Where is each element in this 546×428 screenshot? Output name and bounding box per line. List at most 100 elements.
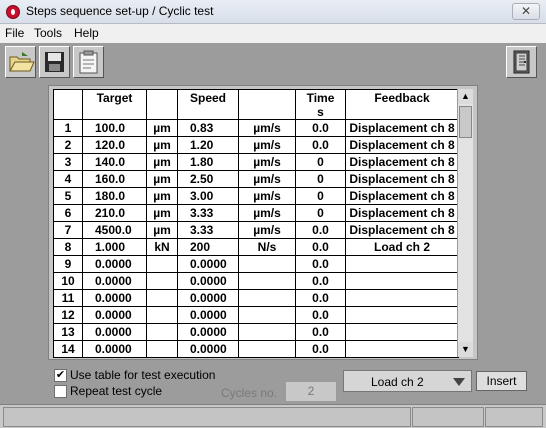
feedback-select[interactable]: Load ch 2 — [343, 370, 472, 392]
target-cell[interactable]: 120.0 — [82, 136, 147, 154]
target-unit-cell[interactable] — [146, 306, 178, 324]
time-cell[interactable]: 0 — [295, 204, 346, 222]
feedback-cell[interactable]: Load ch 2 — [345, 238, 459, 256]
speed-unit-cell[interactable]: N/s — [238, 238, 296, 256]
target-cell[interactable]: 180.0 — [82, 187, 147, 205]
copy-button[interactable] — [73, 46, 104, 78]
target-unit-cell[interactable]: µm — [146, 221, 178, 239]
time-cell[interactable]: 0.0 — [295, 221, 346, 239]
table-row[interactable]: 7 4500.0 µm 3.33 µm/s 0.0 Displacement ch 8 — [53, 221, 459, 239]
table-row[interactable]: 8 1.000 kN 200 N/s 0.0 Load ch 2 — [53, 238, 459, 256]
menu-help[interactable]: Help — [74, 26, 99, 40]
feedback-cell[interactable] — [345, 340, 459, 358]
use-table-checkbox[interactable]: ✔ — [54, 369, 67, 382]
speed-unit-cell[interactable] — [238, 340, 296, 358]
speed-cell[interactable]: 200 — [177, 238, 239, 256]
speed-cell[interactable]: 3.33 — [177, 221, 239, 239]
time-cell[interactable]: 0.0 — [295, 255, 346, 273]
feedback-cell[interactable]: Displacement ch 8 — [345, 153, 459, 171]
target-unit-cell[interactable]: µm — [146, 204, 178, 222]
feedback-cell[interactable]: Displacement ch 8 — [345, 187, 459, 205]
speed-unit-cell[interactable] — [238, 289, 296, 307]
speed-cell[interactable]: 0.0000 — [177, 272, 239, 290]
table-row[interactable]: 6 210.0 µm 3.33 µm/s 0 Displacement ch 8 — [53, 204, 459, 222]
table-row[interactable]: 10 0.0000 0.0000 0.0 — [53, 272, 459, 290]
table-row[interactable]: 4 160.0 µm 2.50 µm/s 0 Displacement ch 8 — [53, 170, 459, 188]
target-cell[interactable]: 4500.0 — [82, 221, 147, 239]
time-cell[interactable]: 0.0 — [295, 340, 346, 358]
scroll-down-arrow-icon[interactable]: ▼ — [458, 342, 473, 357]
speed-cell[interactable]: 0.0000 — [177, 340, 239, 358]
speed-cell[interactable]: 0.0000 — [177, 323, 239, 341]
time-cell[interactable]: 0.0 — [295, 289, 346, 307]
table-scrollbar[interactable]: ▲ ▼ — [457, 89, 473, 357]
menu-tools[interactable]: Tools — [34, 26, 62, 40]
cycles-input[interactable]: 2 — [285, 381, 337, 402]
speed-unit-cell[interactable]: µm/s — [238, 170, 296, 188]
speed-unit-cell[interactable] — [238, 272, 296, 290]
table-row[interactable]: 5 180.0 µm 3.00 µm/s 0 Displacement ch 8 — [53, 187, 459, 205]
target-cell[interactable]: 210.0 — [82, 204, 147, 222]
table-row[interactable]: 9 0.0000 0.0000 0.0 — [53, 255, 459, 273]
table-row[interactable]: 1 100.0 µm 0.83 µm/s 0.0 Displacement ch 8 — [53, 119, 459, 137]
target-cell[interactable]: 0.0000 — [82, 289, 147, 307]
time-cell[interactable]: 0 — [295, 153, 346, 171]
target-cell[interactable]: 0.0000 — [82, 272, 147, 290]
menu-file[interactable]: File — [5, 26, 24, 40]
time-cell[interactable]: 0.0 — [295, 119, 346, 137]
target-cell[interactable]: 0.0000 — [82, 255, 147, 273]
speed-cell[interactable]: 0.0000 — [177, 289, 239, 307]
target-unit-cell[interactable]: kN — [146, 238, 178, 256]
feedback-cell[interactable]: Displacement ch 8 — [345, 170, 459, 188]
table-row[interactable]: 11 0.0000 0.0000 0.0 — [53, 289, 459, 307]
time-cell[interactable]: 0 — [295, 187, 346, 205]
speed-unit-cell[interactable]: µm/s — [238, 221, 296, 239]
time-cell[interactable]: 0.0 — [295, 323, 346, 341]
target-unit-cell[interactable]: µm — [146, 170, 178, 188]
close-button[interactable]: ✕ — [512, 3, 540, 20]
scroll-thumb[interactable] — [459, 106, 472, 138]
speed-unit-cell[interactable]: µm/s — [238, 153, 296, 171]
feedback-cell[interactable]: Displacement ch 8 — [345, 136, 459, 154]
scroll-up-arrow-icon[interactable]: ▲ — [458, 89, 473, 104]
target-cell[interactable]: 100.0 — [82, 119, 147, 137]
table-row[interactable]: 13 0.0000 0.0000 0.0 — [53, 323, 459, 341]
speed-cell[interactable]: 1.20 — [177, 136, 239, 154]
time-cell[interactable]: 0.0 — [295, 238, 346, 256]
feedback-cell[interactable]: Displacement ch 8 — [345, 119, 459, 137]
speed-cell[interactable]: 3.00 — [177, 187, 239, 205]
table-row[interactable]: 2 120.0 µm 1.20 µm/s 0.0 Displacement ch 8 — [53, 136, 459, 154]
open-button[interactable] — [5, 46, 36, 78]
feedback-cell[interactable]: Displacement ch 8 — [345, 221, 459, 239]
target-unit-cell[interactable] — [146, 340, 178, 358]
target-unit-cell[interactable] — [146, 289, 178, 307]
target-unit-cell[interactable]: µm — [146, 136, 178, 154]
time-cell[interactable]: 0.0 — [295, 136, 346, 154]
target-unit-cell[interactable]: µm — [146, 187, 178, 205]
speed-cell[interactable]: 3.33 — [177, 204, 239, 222]
feedback-cell[interactable] — [345, 255, 459, 273]
speed-cell[interactable]: 1.80 — [177, 153, 239, 171]
target-cell[interactable]: 0.0000 — [82, 306, 147, 324]
speed-cell[interactable]: 2.50 — [177, 170, 239, 188]
speed-unit-cell[interactable]: µm/s — [238, 136, 296, 154]
target-cell[interactable]: 140.0 — [82, 153, 147, 171]
target-cell[interactable]: 0.0000 — [82, 340, 147, 358]
feedback-cell[interactable] — [345, 323, 459, 341]
feedback-cell[interactable]: Displacement ch 8 — [345, 204, 459, 222]
speed-unit-cell[interactable]: µm/s — [238, 204, 296, 222]
table-row[interactable]: 14 0.0000 0.0000 0.0 — [53, 340, 459, 358]
speed-unit-cell[interactable] — [238, 255, 296, 273]
speed-unit-cell[interactable]: µm/s — [238, 187, 296, 205]
exit-button[interactable] — [506, 46, 537, 78]
feedback-cell[interactable] — [345, 306, 459, 324]
speed-cell[interactable]: 0.0000 — [177, 255, 239, 273]
repeat-checkbox[interactable] — [54, 385, 67, 398]
target-cell[interactable]: 160.0 — [82, 170, 147, 188]
feedback-cell[interactable] — [345, 289, 459, 307]
time-cell[interactable]: 0 — [295, 170, 346, 188]
target-unit-cell[interactable]: µm — [146, 119, 178, 137]
insert-button[interactable]: Insert — [476, 371, 527, 391]
table-row[interactable]: 3 140.0 µm 1.80 µm/s 0 Displacement ch 8 — [53, 153, 459, 171]
target-cell[interactable]: 0.0000 — [82, 323, 147, 341]
